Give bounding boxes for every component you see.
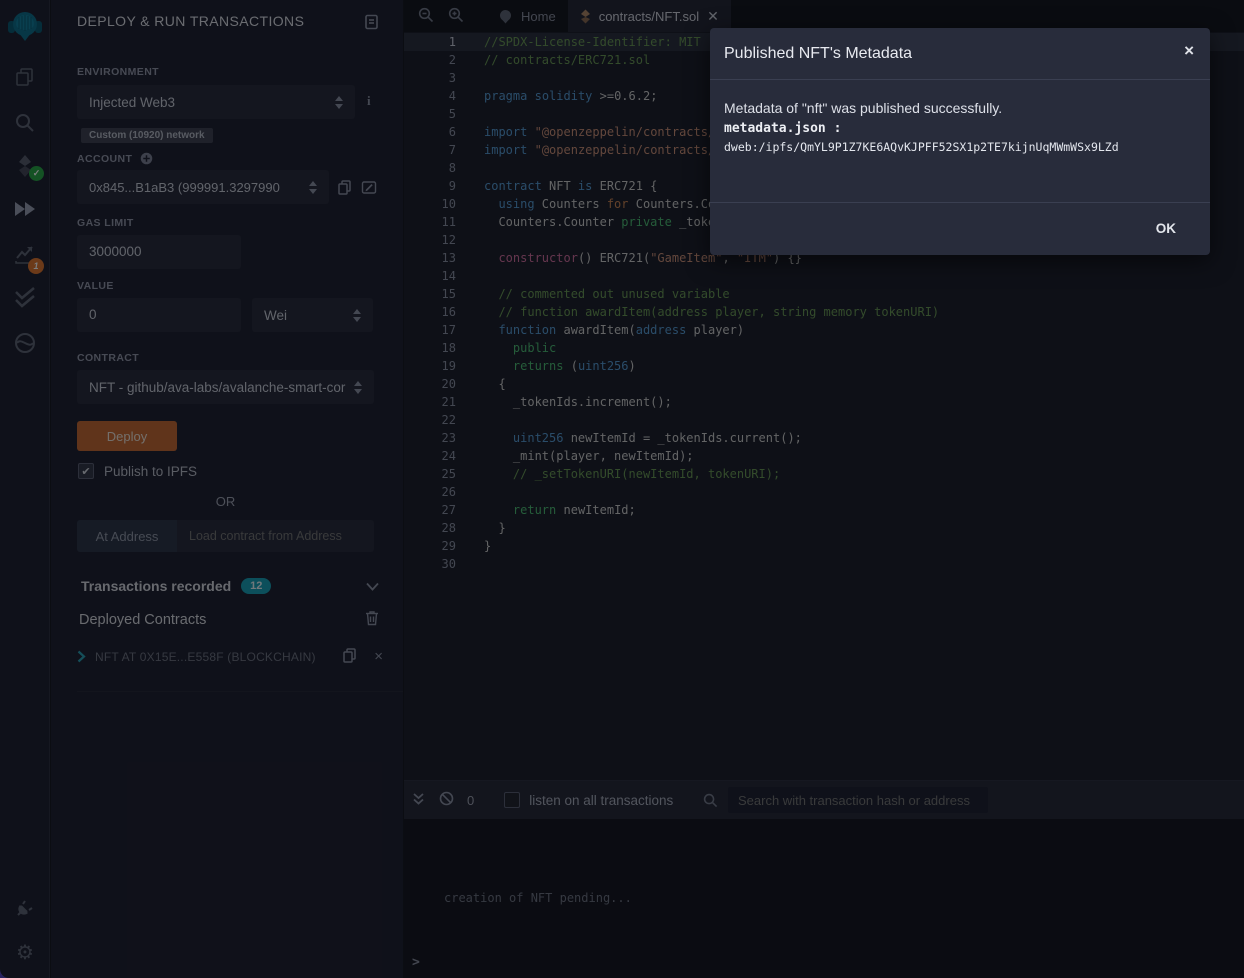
modal-title: Published NFT's Metadata <box>724 45 912 63</box>
published-metadata-modal: Published NFT's Metadata × Metadata of "… <box>710 28 1210 255</box>
remix-ide-window: ⚙ ✓ 1 DEPLOY & RUN TRANSACTIONS ENVIRONM… <box>0 0 1244 978</box>
modal-footer: OK <box>710 202 1210 254</box>
modal-message: Metadata of "nft" was published successf… <box>724 100 1196 116</box>
ok-button[interactable]: OK <box>1142 215 1190 242</box>
ipfs-url: dweb:/ipfs/QmYL9P1Z7KE6AQvKJPFF52SX1p2TE… <box>724 140 1196 154</box>
modal-body: Metadata of "nft" was published successf… <box>710 80 1210 202</box>
metadata-file-label: metadata.json : <box>724 121 1196 136</box>
modal-header: Published NFT's Metadata × <box>710 28 1210 80</box>
modal-close-icon[interactable]: × <box>1184 42 1194 59</box>
